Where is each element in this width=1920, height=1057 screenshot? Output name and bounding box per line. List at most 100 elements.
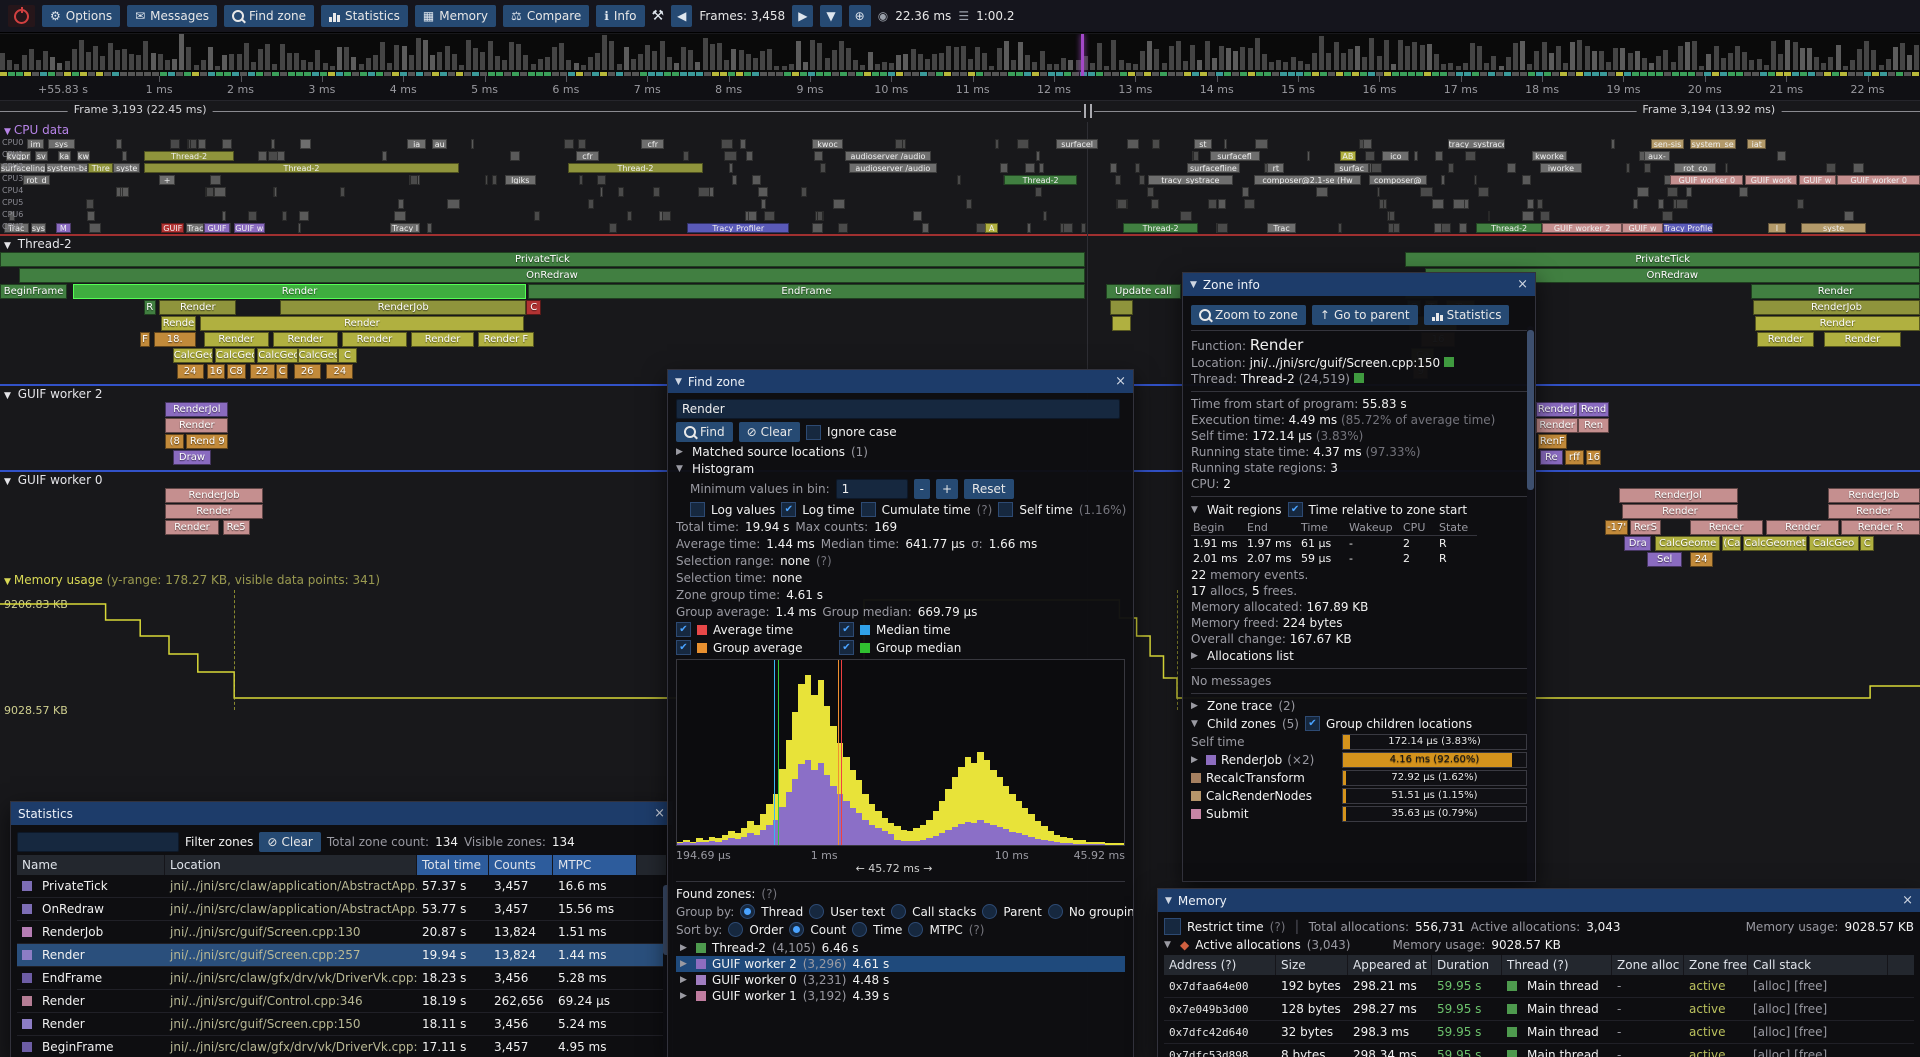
statistics-row[interactable]: OnRedrawjni/../jni/src/claw/application/… <box>17 898 666 921</box>
radio-user-text[interactable] <box>809 904 824 919</box>
zone-statistics-button[interactable]: Statistics <box>1424 305 1510 325</box>
cpu-zone-segment[interactable]: kwoc <box>812 139 843 149</box>
column-header-zonefree[interactable]: Zone free <box>1684 955 1748 975</box>
collapse-icon[interactable]: ▼ <box>1164 940 1174 950</box>
zone-segment[interactable]: Render <box>273 332 338 347</box>
allocation-row[interactable]: 0x7e049b3d00128 bytes298.27 ms59.95 sMai… <box>1164 998 1914 1021</box>
found-zone-row[interactable]: ▶GUIF worker 2(3,296)4.61 s <box>676 956 1125 972</box>
zone-segment[interactable]: Render <box>165 520 219 535</box>
zone-segment[interactable]: 26 <box>294 364 321 379</box>
cpu-zone-segment[interactable]: syste <box>113 163 140 173</box>
cpu-zone-segment[interactable]: A <box>985 223 998 233</box>
zone-segment[interactable]: Rend <box>1578 402 1609 417</box>
radio-no-grouping[interactable] <box>1048 904 1063 919</box>
collapse-icon[interactable]: ▼ <box>1191 719 1201 729</box>
zone-segment[interactable]: Sel <box>1647 552 1682 567</box>
expand-icon[interactable]: ▶ <box>1191 755 1201 765</box>
zone-segment[interactable]: RenderJob <box>165 488 263 503</box>
clear-filter-button[interactable]: ⊘Clear <box>259 832 320 852</box>
found-zone-row[interactable]: ▶GUIF worker 1(3,192)4.39 s <box>676 988 1125 1004</box>
radio-order[interactable] <box>728 922 743 937</box>
legend-checkbox[interactable]: ✔ <box>676 622 691 637</box>
radio-time[interactable] <box>852 922 867 937</box>
cpu-zone-segment[interactable]: iat <box>1747 139 1766 149</box>
cpu-zone-segment[interactable]: GUIF work <box>1745 175 1797 185</box>
memory-titlebar[interactable]: ▼ Memory × <box>1158 889 1920 912</box>
cpu-zone-segment[interactable]: ka <box>58 151 71 161</box>
checkbox-log-values[interactable] <box>690 502 705 517</box>
cpu-zone-segment[interactable]: surfac <box>1334 163 1369 173</box>
cpu-zone-segment[interactable]: im <box>27 139 44 149</box>
zone-segment[interactable]: C <box>526 300 541 315</box>
column-header-mtpc[interactable]: MTPC <box>553 855 637 875</box>
cpu-zone-segment[interactable] <box>300 139 312 149</box>
frame-label-left[interactable]: Frame 3,193 (22.45 ms) <box>68 103 213 116</box>
time-relative-checkbox[interactable]: ✔ <box>1288 502 1303 517</box>
cpu-zone-segment[interactable]: Tracy <box>186 223 203 233</box>
zone-segment[interactable]: CalcGeo <box>1809 536 1859 551</box>
zone-segment[interactable]: RerS <box>1630 520 1661 535</box>
cpu-zone-segment[interactable]: rt <box>1267 163 1284 173</box>
thread-header[interactable]: ▼ Thread-2 <box>0 236 1920 252</box>
group-children-checkbox[interactable]: ✔ <box>1305 716 1320 731</box>
cpu-zone-segment[interactable]: Tracy Profiler <box>1663 223 1713 233</box>
collapse-icon[interactable]: ▼ <box>676 464 686 474</box>
statistics-row[interactable]: EndFramejni/../jni/src/claw/gfx/drv/vk/D… <box>17 967 666 990</box>
expand-icon[interactable]: ▶ <box>680 943 690 953</box>
column-header-address[interactable]: Address (?) <box>1164 955 1276 975</box>
cpu-zone-segment[interactable]: GUIF w <box>1799 175 1835 185</box>
cpu-zone-segment[interactable]: Trac <box>1267 223 1296 233</box>
find-zone-search-input[interactable] <box>676 399 1120 419</box>
found-zone-row[interactable]: ▶Thread-2(4,105)6.46 s <box>676 940 1125 956</box>
zone-segment[interactable]: Ren <box>1578 418 1609 433</box>
zone-segment[interactable]: C8 <box>227 364 246 379</box>
cpu-zone-segment[interactable]: M <box>56 223 71 233</box>
statistics-row[interactable]: BeginFramejni/../jni/src/claw/gfx/drv/vk… <box>17 1036 666 1057</box>
checkbox-self-time[interactable] <box>998 502 1013 517</box>
zone-segment[interactable]: Rende <box>161 316 196 331</box>
cpu-zone-segment[interactable]: GUIF <box>204 223 231 233</box>
cpu-zone-segment[interactable]: system-backe <box>46 163 88 173</box>
zone-segment[interactable]: Render <box>1751 284 1920 299</box>
column-header-location[interactable]: Location <box>165 855 417 875</box>
zone-segment[interactable]: 16 <box>1586 450 1601 465</box>
statistics-button[interactable]: Statistics <box>321 5 408 27</box>
collapse-icon[interactable]: ▼ <box>675 377 682 387</box>
cpu-zone-segment[interactable]: AB <box>1340 151 1355 161</box>
checkbox-log-time[interactable]: ✔ <box>781 502 796 517</box>
zone-segment[interactable]: Render R <box>1841 520 1920 535</box>
zone-segment[interactable]: RenderJob <box>1828 488 1920 503</box>
found-zone-row[interactable]: ▶GUIF worker 0(3,231)4.48 s <box>676 972 1125 988</box>
zone-segment[interactable]: Render <box>1757 332 1815 347</box>
cpu-zone-segment[interactable]: rot_co <box>1674 163 1716 173</box>
cpu-zone-segment[interactable]: GUIF worker 0 <box>1670 175 1743 185</box>
statistics-row[interactable]: RenderJobjni/../jni/src/guif/Screen.cpp:… <box>17 921 666 944</box>
column-header-thread[interactable]: Thread (?) <box>1502 955 1612 975</box>
allocation-row[interactable]: 0x7dfc42d64032 bytes298.3 ms59.95 sMain … <box>1164 1021 1914 1044</box>
zone-segment[interactable]: Render <box>1755 316 1920 331</box>
checkbox-cumulate-time[interactable] <box>861 502 876 517</box>
messages-button[interactable]: ✉Messages <box>127 5 217 27</box>
expand-icon[interactable]: ▶ <box>1191 651 1201 661</box>
compare-button[interactable]: ⚖Compare <box>503 5 589 27</box>
cpu-zone-segment[interactable]: sen-sis <box>1651 139 1684 149</box>
cpu-zone-segment[interactable]: kworke <box>1532 151 1567 161</box>
zone-segment[interactable]: Render <box>159 300 236 315</box>
cpu-zone-segment[interactable]: st <box>1194 139 1211 149</box>
zone-segment[interactable]: RenderJob <box>1753 300 1920 315</box>
zone-segment[interactable]: Rencer <box>1690 520 1763 535</box>
zone-segment[interactable]: Re5 <box>223 520 250 535</box>
next-frame-button[interactable]: ▶ <box>792 5 813 27</box>
legend-checkbox[interactable]: ✔ <box>839 640 854 655</box>
zone-segment[interactable]: Render <box>411 332 474 347</box>
cpu-zone-segment[interactable]: Thread-2 <box>1123 223 1198 233</box>
close-icon[interactable]: × <box>654 806 665 821</box>
expand-icon[interactable]: ▶ <box>680 991 690 1001</box>
zone-segment[interactable]: Render <box>342 332 407 347</box>
column-header-total-time[interactable]: Total time <box>417 855 489 875</box>
cpu-zone-segment[interactable]: aux- <box>1644 151 1671 161</box>
find-zone-titlebar[interactable]: ▼ Find zone × <box>668 370 1133 393</box>
zone-segment[interactable]: RenF <box>1538 434 1567 449</box>
zone-segment[interactable]: 24 <box>177 364 204 379</box>
frame-dropdown-button[interactable]: ▼ <box>820 5 841 27</box>
